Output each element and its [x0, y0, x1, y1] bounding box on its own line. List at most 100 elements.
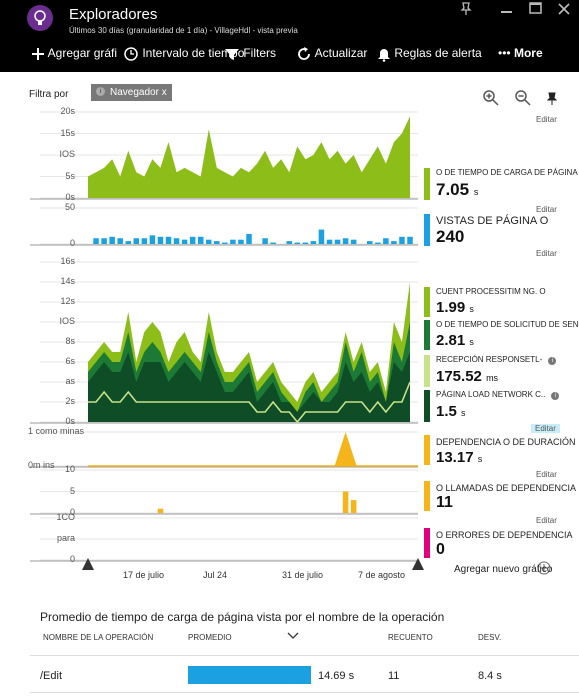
column-header-count[interactable]: RECUENTO — [388, 633, 433, 642]
row-operation-name: /Edit — [40, 670, 63, 682]
row-stdev: 8.4 s — [478, 670, 502, 682]
edit-link[interactable]: Editar — [536, 516, 557, 525]
y-tick-label: 15s — [60, 127, 75, 138]
legend-label: O DE TIEMPO DE SOLICITUD DE SENO — [436, 320, 579, 329]
dependency-duration-peak — [334, 432, 357, 466]
y-tick-label: 20s — [60, 106, 75, 116]
plus-icon — [32, 47, 44, 60]
maximize-icon[interactable] — [529, 2, 545, 18]
edit-link[interactable]: Editar — [536, 470, 557, 479]
page-views-bar — [222, 242, 228, 244]
page-views-bar — [197, 236, 204, 244]
legend-color-bar — [424, 355, 430, 387]
legend-color-bar — [424, 528, 430, 558]
legend-dependency-failures[interactable]: O ERRORES DE DEPENDENCIA 0 — [424, 528, 574, 558]
column-header-average[interactable]: PROMEDIO — [188, 633, 232, 642]
filter-chip[interactable]: i Navegador x — [91, 84, 172, 101]
legend-unit: s — [477, 454, 483, 464]
legend-value: 2.81 — [436, 332, 466, 349]
page-views-bar — [149, 235, 156, 244]
legend-receive[interactable]: RECEPCIÓN RESPONSETL-i 175.52 ms — [424, 355, 574, 387]
info-icon[interactable]: i — [548, 357, 557, 365]
column-header-name[interactable]: NOMBRE DE LA OPERACIÓN — [43, 633, 153, 642]
add-chart-button[interactable]: Agregar gráfi — [31, 46, 117, 61]
legend-value: 1.5 — [436, 403, 457, 420]
y-tick-label: 0s — [65, 416, 75, 426]
legend-label: DEPENDENCIA O DE DURACIÓN — [436, 437, 576, 447]
page-views-bar — [318, 229, 325, 244]
table-divider — [30, 655, 579, 656]
legend-color-bar — [424, 287, 430, 317]
y-tick-label: as — [65, 376, 75, 386]
legend-unit: s — [469, 304, 474, 314]
y-tick-label: 1 como minas — [28, 426, 85, 436]
legend-unit: s — [473, 187, 479, 197]
page-views-bar — [407, 236, 413, 244]
edit-link[interactable]: Editar — [536, 249, 557, 258]
page-load-area — [88, 116, 410, 198]
legend-label: O DE TIEMPO DE CARGA DE PÁGINA VISTA — [436, 168, 579, 177]
lightbulb-icon — [27, 5, 53, 31]
refresh-button[interactable]: Actualizar — [296, 46, 367, 62]
legend-label: O ERRORES DE DEPENDENCIA — [436, 530, 573, 540]
legend-page-load[interactable]: O DE TIEMPO DE CARGA DE PÁGINA VISTA 7.0… — [424, 168, 579, 200]
y-tick-label: 5 — [69, 485, 75, 496]
page-views-bar — [214, 241, 220, 244]
filters-button[interactable]: Filters — [224, 46, 276, 61]
close-icon[interactable] — [557, 2, 573, 18]
page-views-bar — [286, 241, 292, 244]
more-button[interactable]: ••• More — [498, 46, 543, 60]
y-tick-label: 2s — [65, 396, 75, 406]
legend-page-views[interactable]: VISTAS DE PÁGINA O 240 — [424, 214, 574, 246]
page-views-bar — [310, 241, 317, 244]
legend-processing[interactable]: CUENT PROCESSITIM NG. O 1.99 s — [424, 287, 574, 317]
pin-icon[interactable] — [459, 2, 475, 18]
legend-dependency-duration[interactable]: DEPENDENCIA O DE DURACIÓN 13.17 s — [424, 435, 576, 466]
info-icon: i — [96, 87, 105, 96]
legend-label: O LLAMADAS DE DEPENDENCIA — [436, 483, 577, 493]
page-views-bar — [157, 236, 164, 244]
clock-icon — [124, 47, 138, 61]
page-views-bar — [117, 238, 123, 244]
refresh-label: Actualizar — [314, 46, 368, 61]
minimize-icon[interactable] — [500, 2, 516, 18]
more-label: More — [513, 46, 543, 60]
page-views-bar — [93, 238, 99, 244]
legend-color-bar — [424, 168, 430, 200]
legend-color-bar — [424, 390, 430, 422]
column-header-stdev[interactable]: DESV. — [478, 633, 501, 642]
y-tick-label: 16s — [60, 256, 75, 266]
alert-rules-button[interactable]: Reglas de alerta — [377, 46, 482, 62]
page-views-bar — [125, 241, 131, 244]
blade-header: Exploradores Últimos 30 días (granularid… — [0, 0, 579, 72]
edit-link[interactable]: Editar — [536, 205, 557, 214]
filters-label: Filters — [243, 46, 277, 60]
page-views-bar — [391, 241, 397, 244]
blade-title: Exploradores — [69, 6, 158, 23]
dependency-calls-bar — [342, 491, 349, 513]
legend-value: 11 — [436, 494, 453, 511]
page-views-bar — [383, 238, 389, 244]
sort-chevron-icon[interactable] — [287, 627, 299, 645]
y-tick-label: 12s — [60, 296, 75, 306]
legend-value: 1.99 — [436, 299, 466, 316]
legend-dependency-calls[interactable]: O LLAMADAS DE DEPENDENCIA 11 — [424, 481, 577, 511]
legend-label: VISTAS DE PÁGINA O — [436, 215, 549, 227]
add-new-chart-link[interactable]: Agregar nuevo gráfico — [454, 564, 552, 575]
page-views-bar — [206, 239, 212, 244]
legend-request[interactable]: O DE TIEMPO DE SOLICITUD DE SENO 2.81 s — [424, 320, 579, 350]
page-views-bar — [334, 239, 341, 244]
page-views-bar — [173, 238, 180, 244]
y-tick-label: 8s — [65, 336, 75, 346]
y-tick-label: 5s — [65, 170, 75, 181]
edit-link[interactable]: Editar — [531, 424, 560, 433]
legend-unit: s — [469, 337, 474, 347]
average-bar — [188, 666, 311, 684]
legend-network[interactable]: PÁGINA LOAD NETWORK C.. i 1.5 s — [424, 390, 574, 422]
y-tick-label: 10 — [64, 464, 75, 474]
info-icon[interactable]: i — [551, 392, 560, 400]
y-tick-label: 6s — [65, 356, 75, 366]
page-views-bar — [375, 242, 381, 244]
funnel-icon — [225, 48, 239, 60]
x-axis-label: 31 de julio — [282, 570, 324, 580]
